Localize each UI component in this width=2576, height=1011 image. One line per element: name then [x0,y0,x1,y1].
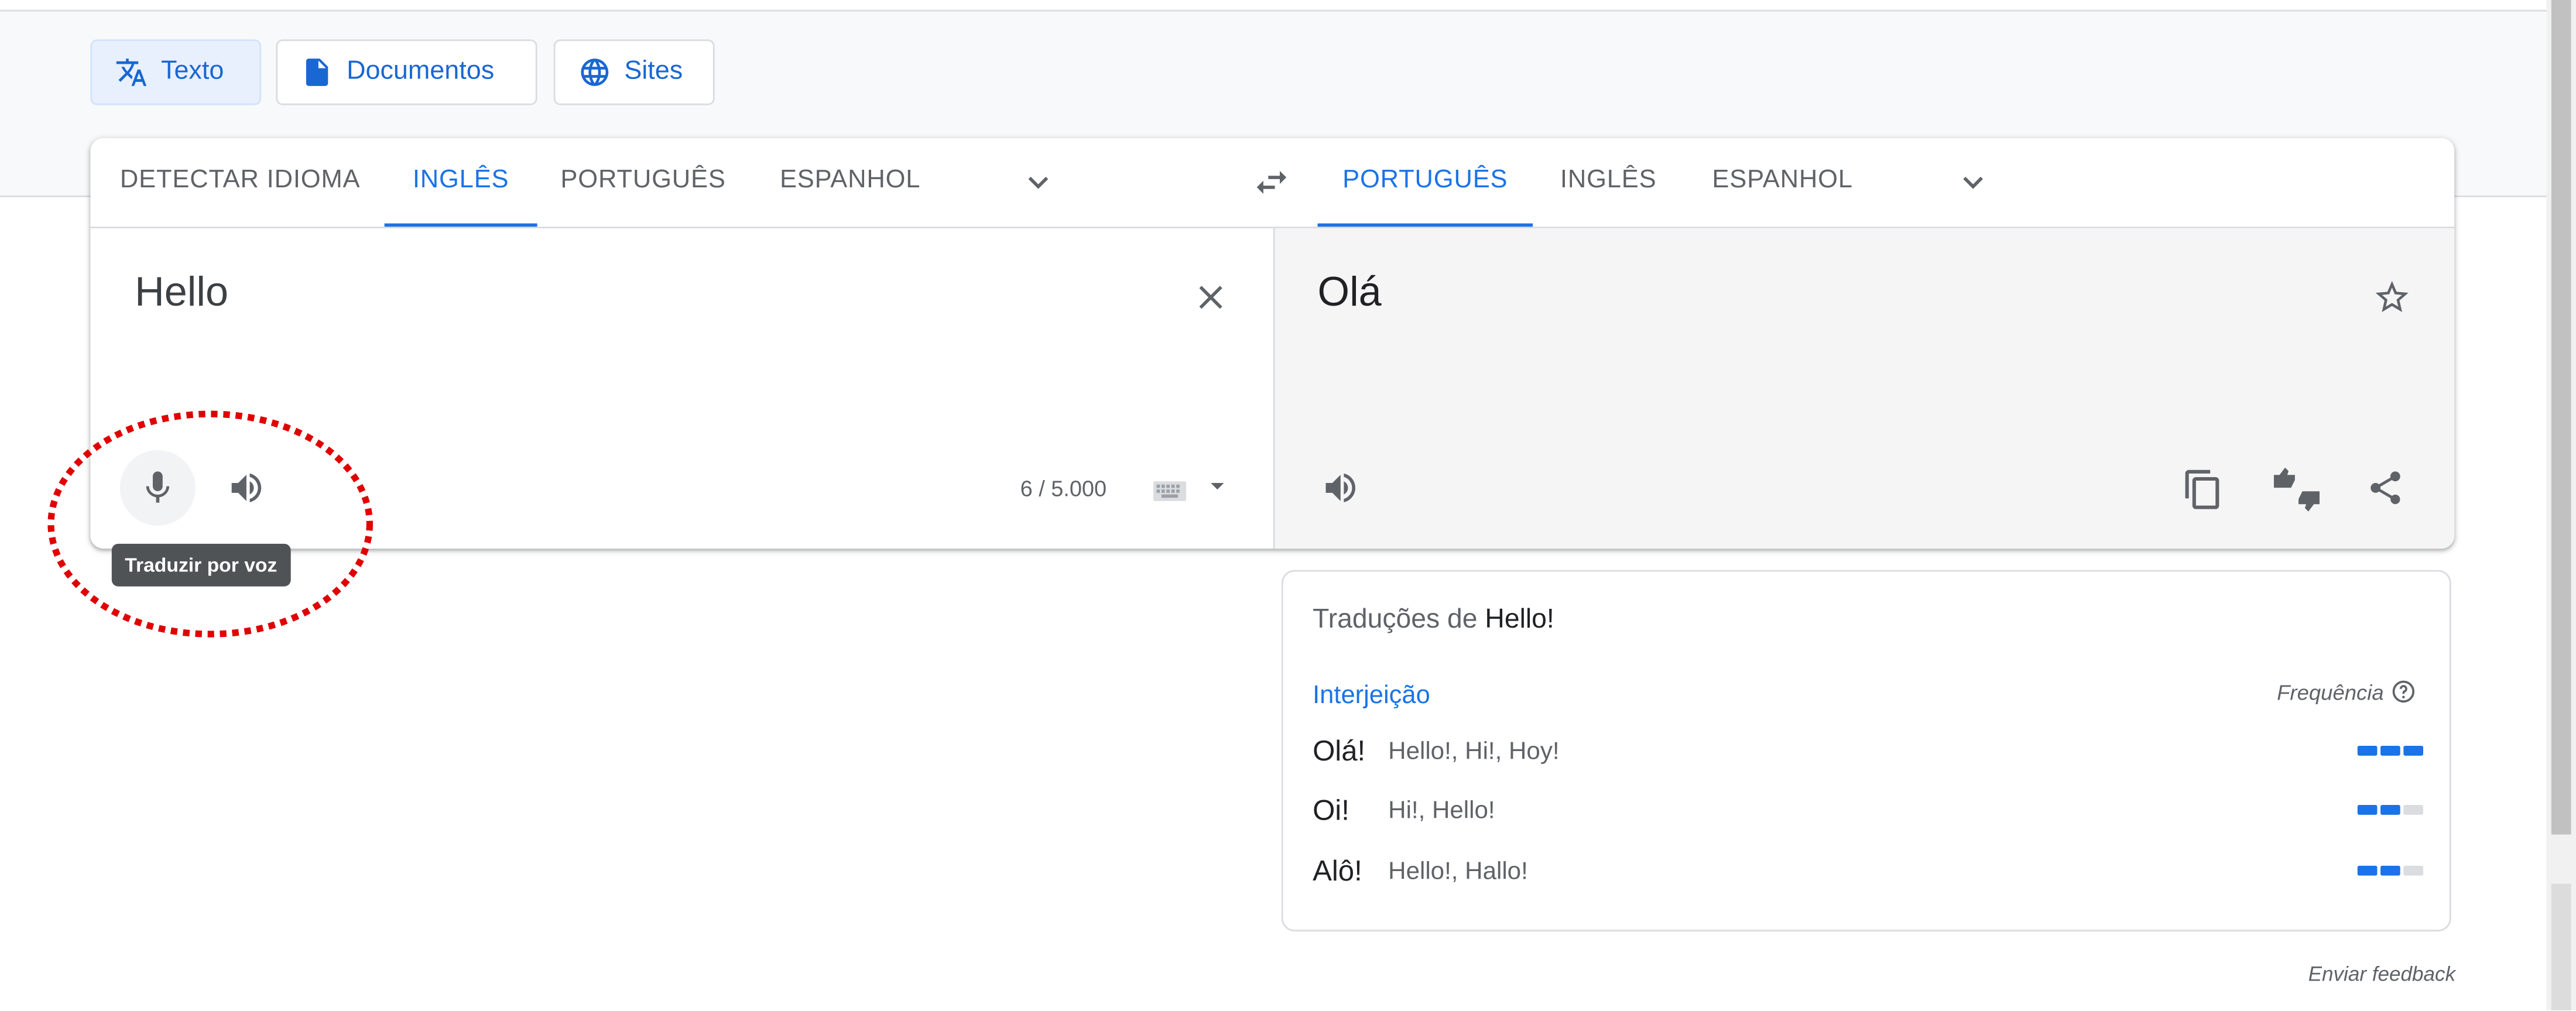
annotation-circle [47,410,373,638]
entry-synonyms: Hi!, Hello! [1388,796,1495,824]
input-tools-menu-button[interactable] [1207,477,1227,496]
copy-icon [2185,469,2219,509]
mode-sites-button[interactable]: Sites [553,39,715,105]
source-text-input[interactable]: Hello [135,269,228,317]
entry-word: Alô! [1313,853,1362,886]
share-translation-button[interactable] [2366,468,2405,508]
copy-translation-button[interactable] [2182,468,2225,511]
swap-icon [1256,170,1287,194]
scrollbar[interactable] [2546,0,2576,1010]
tab-target-spanish[interactable]: ESPANHOL [1697,138,1868,227]
translated-text: Olá [1317,269,1382,316]
tab-target-english[interactable]: INGLÊS [1546,138,1671,227]
listen-translation-button[interactable] [1321,468,1360,508]
dictionary-panel: Traduções de Hello! Interjeição Frequênc… [1281,570,2451,932]
frequency-bars [2357,865,2424,876]
mode-text-button[interactable]: Texto [90,39,262,105]
share-icon [2371,471,2400,505]
part-of-speech: Interjeição [1313,681,1430,710]
document-icon [306,59,328,86]
clear-source-button[interactable] [1191,277,1230,317]
save-translation-button[interactable] [2372,277,2411,317]
frequency-bars [2357,804,2424,815]
thumbs-feedback-icon [2273,467,2320,512]
swap-languages-button[interactable] [1252,163,1291,202]
entry-synonyms: Hello!, Hallo! [1388,856,1528,885]
send-feedback-link[interactable]: Enviar feedback [2308,962,2456,985]
entry-word: Olá! [1313,733,1366,767]
dictionary-title: Traduções de Hello! [1313,605,1554,636]
speaker-icon [1325,473,1356,503]
star-icon [2375,280,2409,313]
chevron-down-icon [1963,176,1983,189]
rate-translation-button[interactable] [2272,467,2321,513]
frequency-header: Frequência [2277,678,2417,705]
target-more-languages-button[interactable] [1953,163,1992,202]
tab-source-spanish[interactable]: ESPANHOL [767,138,933,227]
close-icon [1199,286,1222,309]
dictionary-entry[interactable]: Oi! Hi!, Hello! [1313,790,2424,830]
dropdown-arrow-icon [1211,482,1224,490]
tab-detect-language[interactable]: DETECTAR IDIOMA [90,138,382,227]
dictionary-entry[interactable]: Olá! Hello!, Hi!, Hoy! [1313,731,2424,770]
frequency-bars [2357,745,2424,756]
translate-icon [116,59,147,86]
globe-icon [581,59,609,86]
entry-word: Oi! [1313,792,1349,826]
keyboard-button[interactable] [1152,477,1188,506]
tab-source-portuguese[interactable]: PORTUGUÊS [555,138,731,227]
mode-documents-label: Documentos [347,57,495,85]
keyboard-icon [1153,481,1187,501]
entry-synonyms: Hello!, Hi!, Hoy! [1388,736,1560,765]
mode-text-label: Texto [160,57,224,85]
source-more-languages-button[interactable] [1019,163,1058,202]
help-icon[interactable] [2390,678,2417,705]
dictionary-title-prefix: Traduções de [1313,604,1478,635]
mode-documents-button[interactable]: Documentos [276,39,537,105]
tab-target-portuguese[interactable]: PORTUGUÊS [1317,138,1533,227]
dictionary-entry[interactable]: Alô! Hello!, Hallo! [1313,851,2424,890]
translation-card: DETECTAR IDIOMA INGLÊS PORTUGUÊS ESPANHO… [90,138,2455,549]
tab-source-english[interactable]: INGLÊS [384,138,537,227]
character-counter: 6 / 5.000 [1020,476,1107,501]
dictionary-title-word: Hello! [1485,604,1554,635]
scrollbar-track-lower [2551,883,2571,1010]
language-bar: DETECTAR IDIOMA INGLÊS PORTUGUÊS ESPANHO… [90,138,2455,229]
mode-sites-label: Sites [624,57,683,85]
scrollbar-thumb[interactable] [2551,0,2571,835]
chevron-down-icon [1028,176,1049,189]
frequency-label: Frequência [2277,679,2384,704]
